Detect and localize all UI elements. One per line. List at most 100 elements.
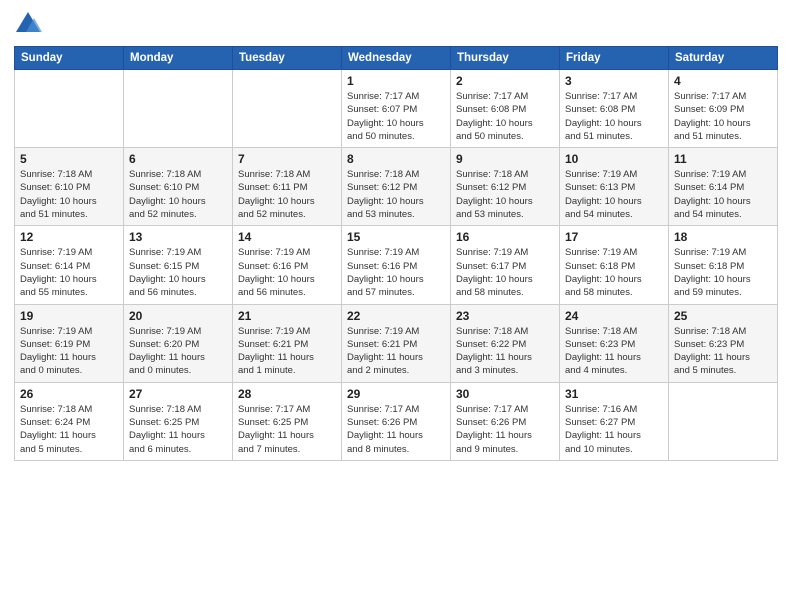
calendar-cell: 30 Sunrise: 7:17 AM Sunset: 6:26 PM Dayli… — [451, 382, 560, 460]
calendar-page: SundayMondayTuesdayWednesdayThursdayFrid… — [0, 0, 792, 612]
logo — [14, 10, 44, 38]
day-info: Sunrise: 7:17 AM Sunset: 6:07 PM Dayligh… — [347, 90, 445, 143]
calendar-cell: 25 Sunrise: 7:18 AM Sunset: 6:23 PM Dayli… — [669, 304, 778, 382]
day-number: 10 — [565, 152, 663, 166]
day-info: Sunrise: 7:18 AM Sunset: 6:23 PM Dayligh… — [674, 325, 772, 378]
weekday-header-row: SundayMondayTuesdayWednesdayThursdayFrid… — [15, 47, 778, 70]
day-number: 31 — [565, 387, 663, 401]
day-info: Sunrise: 7:16 AM Sunset: 6:27 PM Dayligh… — [565, 403, 663, 456]
weekday-header: Thursday — [451, 47, 560, 70]
day-number: 7 — [238, 152, 336, 166]
day-number: 6 — [129, 152, 227, 166]
day-number: 24 — [565, 309, 663, 323]
day-number: 5 — [20, 152, 118, 166]
day-info: Sunrise: 7:19 AM Sunset: 6:16 PM Dayligh… — [347, 246, 445, 299]
day-number: 22 — [347, 309, 445, 323]
day-number: 29 — [347, 387, 445, 401]
day-info: Sunrise: 7:19 AM Sunset: 6:13 PM Dayligh… — [565, 168, 663, 221]
weekday-header: Monday — [124, 47, 233, 70]
day-number: 21 — [238, 309, 336, 323]
day-info: Sunrise: 7:18 AM Sunset: 6:25 PM Dayligh… — [129, 403, 227, 456]
day-number: 13 — [129, 230, 227, 244]
day-number: 14 — [238, 230, 336, 244]
day-number: 20 — [129, 309, 227, 323]
day-info: Sunrise: 7:19 AM Sunset: 6:14 PM Dayligh… — [20, 246, 118, 299]
day-number: 11 — [674, 152, 772, 166]
logo-icon — [14, 10, 42, 38]
day-info: Sunrise: 7:19 AM Sunset: 6:21 PM Dayligh… — [347, 325, 445, 378]
day-info: Sunrise: 7:19 AM Sunset: 6:16 PM Dayligh… — [238, 246, 336, 299]
calendar-cell: 3Sunrise: 7:17 AM Sunset: 6:08 PM Daylig… — [560, 70, 669, 148]
day-number: 30 — [456, 387, 554, 401]
day-number: 9 — [456, 152, 554, 166]
weekday-header: Sunday — [15, 47, 124, 70]
calendar-week-row: 1 Sunrise: 7:17 AM Sunset: 6:07 PM Daylig… — [15, 70, 778, 148]
calendar-cell: 5 Sunrise: 7:18 AM Sunset: 6:10 PM Daylig… — [15, 148, 124, 226]
day-info: Sunrise: 7:18 AM Sunset: 6:12 PM Dayligh… — [347, 168, 445, 221]
calendar-cell: 8 Sunrise: 7:18 AM Sunset: 6:12 PM Daylig… — [342, 148, 451, 226]
day-number: 19 — [20, 309, 118, 323]
header — [14, 10, 778, 38]
calendar-cell: 2Sunrise: 7:17 AM Sunset: 6:08 PM Daylig… — [451, 70, 560, 148]
calendar-cell: 10 Sunrise: 7:19 AM Sunset: 6:13 PM Dayli… — [560, 148, 669, 226]
weekday-header: Friday — [560, 47, 669, 70]
calendar-cell: 17Sunrise: 7:19 AM Sunset: 6:18 PM Dayli… — [560, 226, 669, 304]
day-info: Sunrise: 7:17 AM Sunset: 6:08 PM Dayligh… — [456, 90, 554, 143]
calendar-cell: 27 Sunrise: 7:18 AM Sunset: 6:25 PM Dayli… — [124, 382, 233, 460]
day-info: Sunrise: 7:17 AM Sunset: 6:25 PM Dayligh… — [238, 403, 336, 456]
calendar-cell — [15, 70, 124, 148]
day-number: 12 — [20, 230, 118, 244]
day-number: 25 — [674, 309, 772, 323]
calendar-cell: 4Sunrise: 7:17 AM Sunset: 6:09 PM Daylig… — [669, 70, 778, 148]
day-info: Sunrise: 7:19 AM Sunset: 6:21 PM Dayligh… — [238, 325, 336, 378]
calendar-cell: 7 Sunrise: 7:18 AM Sunset: 6:11 PM Daylig… — [233, 148, 342, 226]
day-info: Sunrise: 7:18 AM Sunset: 6:11 PM Dayligh… — [238, 168, 336, 221]
calendar-cell: 21 Sunrise: 7:19 AM Sunset: 6:21 PM Dayli… — [233, 304, 342, 382]
day-info: Sunrise: 7:17 AM Sunset: 6:26 PM Dayligh… — [347, 403, 445, 456]
day-number: 1 — [347, 74, 445, 88]
day-info: Sunrise: 7:18 AM Sunset: 6:10 PM Dayligh… — [20, 168, 118, 221]
calendar-cell — [669, 382, 778, 460]
day-info: Sunrise: 7:18 AM Sunset: 6:24 PM Dayligh… — [20, 403, 118, 456]
day-info: Sunrise: 7:17 AM Sunset: 6:09 PM Dayligh… — [674, 90, 772, 143]
calendar-cell: 16 Sunrise: 7:19 AM Sunset: 6:17 PM Dayli… — [451, 226, 560, 304]
calendar-cell: 24 Sunrise: 7:18 AM Sunset: 6:23 PM Dayli… — [560, 304, 669, 382]
calendar-cell: 12 Sunrise: 7:19 AM Sunset: 6:14 PM Dayli… — [15, 226, 124, 304]
day-info: Sunrise: 7:17 AM Sunset: 6:26 PM Dayligh… — [456, 403, 554, 456]
day-info: Sunrise: 7:19 AM Sunset: 6:14 PM Dayligh… — [674, 168, 772, 221]
calendar-week-row: 5 Sunrise: 7:18 AM Sunset: 6:10 PM Daylig… — [15, 148, 778, 226]
calendar-week-row: 26 Sunrise: 7:18 AM Sunset: 6:24 PM Dayli… — [15, 382, 778, 460]
day-info: Sunrise: 7:17 AM Sunset: 6:08 PM Dayligh… — [565, 90, 663, 143]
day-info: Sunrise: 7:19 AM Sunset: 6:17 PM Dayligh… — [456, 246, 554, 299]
calendar-cell: 22 Sunrise: 7:19 AM Sunset: 6:21 PM Dayli… — [342, 304, 451, 382]
calendar-cell: 20Sunrise: 7:19 AM Sunset: 6:20 PM Dayli… — [124, 304, 233, 382]
calendar-cell — [124, 70, 233, 148]
calendar-cell: 31 Sunrise: 7:16 AM Sunset: 6:27 PM Dayli… — [560, 382, 669, 460]
day-number: 28 — [238, 387, 336, 401]
day-number: 23 — [456, 309, 554, 323]
calendar-cell: 26 Sunrise: 7:18 AM Sunset: 6:24 PM Dayli… — [15, 382, 124, 460]
calendar-cell: 19 Sunrise: 7:19 AM Sunset: 6:19 PM Dayli… — [15, 304, 124, 382]
day-number: 15 — [347, 230, 445, 244]
calendar-cell: 23 Sunrise: 7:18 AM Sunset: 6:22 PM Dayli… — [451, 304, 560, 382]
day-number: 18 — [674, 230, 772, 244]
day-number: 16 — [456, 230, 554, 244]
calendar-week-row: 12 Sunrise: 7:19 AM Sunset: 6:14 PM Dayli… — [15, 226, 778, 304]
weekday-header: Saturday — [669, 47, 778, 70]
day-info: Sunrise: 7:19 AM Sunset: 6:18 PM Dayligh… — [565, 246, 663, 299]
weekday-header: Tuesday — [233, 47, 342, 70]
day-number: 26 — [20, 387, 118, 401]
calendar-cell — [233, 70, 342, 148]
calendar-week-row: 19 Sunrise: 7:19 AM Sunset: 6:19 PM Dayli… — [15, 304, 778, 382]
day-info: Sunrise: 7:19 AM Sunset: 6:19 PM Dayligh… — [20, 325, 118, 378]
day-info: Sunrise: 7:18 AM Sunset: 6:22 PM Dayligh… — [456, 325, 554, 378]
day-info: Sunrise: 7:18 AM Sunset: 6:10 PM Dayligh… — [129, 168, 227, 221]
day-number: 27 — [129, 387, 227, 401]
calendar-cell: 29 Sunrise: 7:17 AM Sunset: 6:26 PM Dayli… — [342, 382, 451, 460]
calendar-cell: 11 Sunrise: 7:19 AM Sunset: 6:14 PM Dayli… — [669, 148, 778, 226]
day-info: Sunrise: 7:19 AM Sunset: 6:15 PM Dayligh… — [129, 246, 227, 299]
day-info: Sunrise: 7:18 AM Sunset: 6:12 PM Dayligh… — [456, 168, 554, 221]
day-info: Sunrise: 7:18 AM Sunset: 6:23 PM Dayligh… — [565, 325, 663, 378]
day-number: 8 — [347, 152, 445, 166]
calendar-table: SundayMondayTuesdayWednesdayThursdayFrid… — [14, 46, 778, 461]
